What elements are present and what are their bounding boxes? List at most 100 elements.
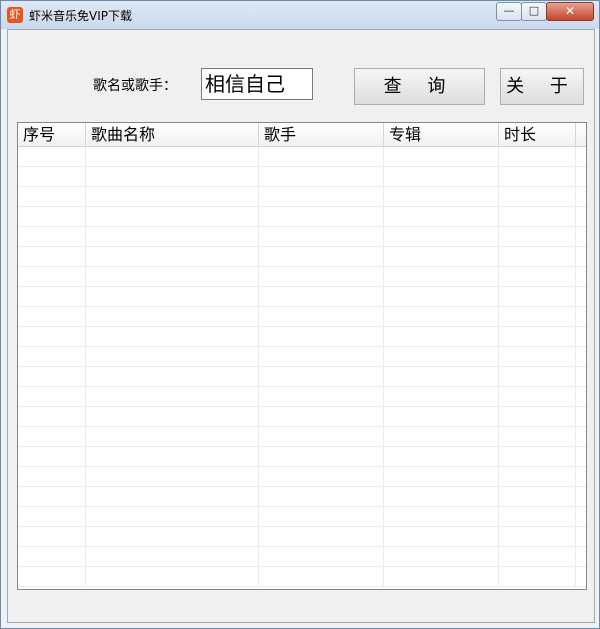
table-cell (384, 147, 499, 167)
column-header-artist[interactable]: 歌手 (259, 123, 384, 146)
table-cell (18, 447, 86, 467)
table-cell (499, 267, 576, 287)
table-cell (86, 267, 259, 287)
maximize-button[interactable]: □ (521, 2, 547, 21)
table-cell (86, 247, 259, 267)
table-row (18, 287, 586, 307)
table-cell (259, 407, 384, 427)
table-cell (384, 347, 499, 367)
table-cell (384, 247, 499, 267)
table-cell (86, 547, 259, 567)
table-cell (259, 307, 384, 327)
table-cell (259, 527, 384, 547)
table-cell (259, 247, 384, 267)
title-bar[interactable]: 虾 虾米音乐免VIP下载 — □ ✕ (1, 1, 599, 29)
close-icon: ✕ (564, 4, 576, 18)
minimize-button[interactable]: — (496, 2, 522, 21)
table-cell (499, 427, 576, 447)
table-row (18, 187, 586, 207)
table-cell (499, 487, 576, 507)
maximize-icon: □ (528, 4, 540, 17)
app-window: 虾 虾米音乐免VIP下载 — □ ✕ 歌名或歌手： 相信自己 查 询 关 于 序… (0, 0, 600, 629)
table-cell (499, 247, 576, 267)
table-row (18, 367, 586, 387)
table-cell (384, 407, 499, 427)
table-cell (18, 527, 86, 547)
table-cell (259, 267, 384, 287)
table-cell (384, 487, 499, 507)
table-cell (86, 507, 259, 527)
table-row (18, 387, 586, 407)
table-cell (499, 207, 576, 227)
table-cell (259, 367, 384, 387)
table-cell (499, 187, 576, 207)
table-cell (259, 487, 384, 507)
table-cell (259, 507, 384, 527)
table-cell (86, 147, 259, 167)
table-row (18, 327, 586, 347)
table-cell (384, 287, 499, 307)
table-row (18, 267, 586, 287)
table-cell (86, 307, 259, 327)
table-cell (259, 387, 384, 407)
table-cell (259, 567, 384, 587)
table-cell (86, 467, 259, 487)
table-cell (499, 367, 576, 387)
table-cell (259, 427, 384, 447)
table-cell (18, 227, 86, 247)
table-cell (86, 387, 259, 407)
table-cell (18, 287, 86, 307)
table-cell (86, 347, 259, 367)
table-cell (499, 307, 576, 327)
column-header-index[interactable]: 序号 (18, 123, 86, 146)
table-cell (259, 187, 384, 207)
table-cell (384, 507, 499, 527)
table-row (18, 547, 586, 567)
table-cell (384, 387, 499, 407)
search-input[interactable]: 相信自己 (201, 68, 313, 100)
table-cell (86, 367, 259, 387)
app-icon: 虾 (7, 7, 23, 23)
table-cell (499, 287, 576, 307)
column-header-album[interactable]: 专辑 (384, 123, 499, 146)
table-cell (86, 167, 259, 187)
query-button[interactable]: 查 询 (354, 68, 485, 105)
table-cell (259, 227, 384, 247)
table-cell (86, 287, 259, 307)
table-cell (259, 167, 384, 187)
table-cell (499, 327, 576, 347)
table-cell (259, 447, 384, 467)
table-cell (384, 427, 499, 447)
table-cell (499, 527, 576, 547)
table-cell (18, 267, 86, 287)
table-cell (384, 367, 499, 387)
table-cell (18, 427, 86, 447)
table-cell (259, 287, 384, 307)
table-cell (18, 167, 86, 187)
table-cell (18, 247, 86, 267)
table-cell (86, 427, 259, 447)
table-row (18, 507, 586, 527)
table-row (18, 427, 586, 447)
table-row (18, 447, 586, 467)
table-cell (259, 327, 384, 347)
column-header-song[interactable]: 歌曲名称 (86, 123, 259, 146)
close-button[interactable]: ✕ (546, 2, 594, 21)
about-button[interactable]: 关 于 (500, 68, 584, 105)
table-cell (18, 327, 86, 347)
search-label: 歌名或歌手： (93, 78, 177, 94)
table-cell (18, 367, 86, 387)
table-row (18, 467, 586, 487)
table-cell (18, 347, 86, 367)
table-cell (499, 227, 576, 247)
table-cell (384, 187, 499, 207)
table-row (18, 167, 586, 187)
table-cell (86, 447, 259, 467)
table-cell (86, 207, 259, 227)
column-header-duration[interactable]: 时长 (499, 123, 576, 146)
table-cell (18, 407, 86, 427)
table-cell (384, 307, 499, 327)
table-header: 序号 歌曲名称 歌手 专辑 时长 (18, 123, 586, 147)
table-cell (384, 207, 499, 227)
results-table[interactable]: 序号 歌曲名称 歌手 专辑 时长 (17, 122, 587, 590)
